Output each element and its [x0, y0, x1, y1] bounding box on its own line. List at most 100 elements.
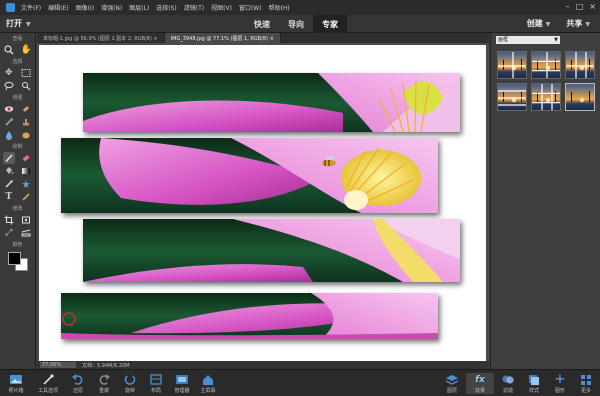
toolbox: 查看 ✋ 选择 ✥ 增强 绘制 T 修改 ⤢ 颜色	[0, 33, 36, 369]
red-eye-tool-icon[interactable]	[3, 103, 15, 115]
type-tool-icon[interactable]: T	[3, 191, 15, 203]
smart-brush-tool-icon[interactable]	[3, 116, 15, 128]
zoom-field[interactable]: 77.06%	[40, 362, 76, 368]
menu-select[interactable]: 选择(S)	[156, 3, 177, 12]
paint-bucket-tool-icon[interactable]	[3, 165, 15, 177]
color-swatches[interactable]	[0, 250, 35, 272]
layout-button[interactable]: 布局	[142, 373, 170, 394]
menu-filter[interactable]: 滤镜(T)	[184, 3, 204, 12]
photo-strip-2-image	[61, 138, 438, 213]
pencil-tool-icon[interactable]	[20, 191, 32, 203]
sponge-tool-icon[interactable]	[20, 129, 32, 141]
undo-button[interactable]: 还原	[64, 373, 92, 394]
photo-strip-4[interactable]	[61, 293, 438, 339]
menu-file[interactable]: 文件(F)	[21, 3, 41, 12]
zoom-tool-icon[interactable]	[3, 44, 15, 56]
rotate-button[interactable]: 旋转	[116, 373, 144, 394]
frame-effect-thumbnail[interactable]	[565, 83, 595, 111]
app-logo-icon	[6, 3, 15, 12]
crop-tool-icon[interactable]	[3, 214, 15, 226]
eyedropper-tool-icon[interactable]	[3, 178, 15, 190]
layers-icon	[445, 373, 459, 386]
content-aware-move-tool-icon[interactable]: ⤢	[3, 227, 15, 239]
sunset-preview-image	[498, 84, 526, 110]
menu-enhance[interactable]: 增强(N)	[101, 3, 122, 12]
sunset-preview-image	[566, 52, 594, 78]
photo-strip-1[interactable]	[83, 73, 460, 132]
tab-document-1[interactable]: 未标题-1.jpg @ 56.9% (图层 1 副本 2, RGB/8) ×	[37, 33, 165, 43]
menu-view[interactable]: 视图(V)	[211, 3, 232, 12]
chevron-down-icon: ▼	[585, 21, 590, 28]
redo-button[interactable]: 重做	[90, 373, 118, 394]
toolbox-section-select: 选择	[12, 59, 23, 65]
clone-stamp-tool-icon[interactable]	[20, 116, 32, 128]
marquee-tool-icon[interactable]	[20, 67, 32, 79]
shape-tool-icon[interactable]	[20, 178, 32, 190]
tab-quick[interactable]: 快速	[245, 15, 279, 33]
frame-effect-thumbnail[interactable]	[531, 83, 561, 111]
sunset-preview-image	[532, 84, 560, 110]
undo-label: 还原	[72, 388, 83, 394]
eraser-tool-icon[interactable]	[20, 152, 32, 164]
move-tool-icon[interactable]: ✥	[3, 67, 15, 79]
document-canvas[interactable]	[39, 45, 486, 361]
more-label: 更多	[580, 388, 591, 394]
maximize-icon[interactable]: □	[576, 2, 584, 12]
menu-bar: 文件(F) 编辑(E) 图像(I) 增强(N) 图层(L) 选择(S) 滤镜(T…	[0, 0, 600, 15]
gradient-tool-icon[interactable]	[20, 165, 32, 177]
frame-effect-thumbnail[interactable]	[531, 51, 561, 79]
open-button[interactable]: 打开 ▼	[6, 18, 31, 29]
tab-guided[interactable]: 导向	[279, 15, 313, 33]
hand-tool-icon[interactable]: ✋	[20, 44, 32, 56]
home-screen-button[interactable]: 主屏幕	[194, 373, 222, 394]
tool-options-label: 工具选项	[37, 388, 58, 394]
close-icon[interactable]: ×	[270, 36, 274, 42]
share-button[interactable]: 共享 ▼	[566, 18, 590, 29]
toolbox-section-enhance: 增强	[12, 95, 23, 101]
lasso-tool-icon[interactable]	[3, 80, 15, 92]
frame-effect-thumbnail[interactable]	[497, 83, 527, 111]
tab-document-2[interactable]: IMG_3948.jpg @ 77.1% (图层 1, RGB/8) ×	[164, 33, 281, 43]
layers-button[interactable]: 图层	[438, 373, 466, 394]
filters-button[interactable]: 滤镜	[494, 373, 522, 394]
rotate-icon	[123, 373, 137, 386]
close-icon[interactable]: ×	[153, 36, 157, 42]
menu-help[interactable]: 帮助(H)	[269, 3, 290, 12]
tab-expert[interactable]: 专家	[313, 15, 347, 33]
menu-image[interactable]: 图像(I)	[76, 3, 94, 12]
effects-button[interactable]: fx 效果	[466, 373, 494, 394]
tool-options-icon	[41, 373, 55, 386]
menu-window[interactable]: 窗口(W)	[239, 3, 262, 12]
menu-layer[interactable]: 图层(L)	[129, 3, 149, 12]
frame-effect-thumbnail[interactable]	[497, 51, 527, 79]
tool-options-button[interactable]: 工具选项	[34, 373, 62, 394]
menu-edit[interactable]: 编辑(E)	[48, 3, 68, 12]
recompose-tool-icon[interactable]	[20, 214, 32, 226]
photo-strip-3[interactable]	[83, 219, 460, 282]
tab-document-2-label: IMG_3948.jpg @ 77.1% (图层 1, RGB/8)	[170, 36, 268, 42]
canvas-area[interactable]	[37, 43, 489, 361]
styles-button[interactable]: 样式	[520, 373, 548, 394]
brush-tool-icon[interactable]	[2, 151, 15, 164]
photo-bin-button[interactable]: 照片箱	[2, 373, 30, 394]
graphics-button[interactable]: + 图形	[546, 372, 574, 394]
more-button[interactable]: 更多	[572, 373, 600, 394]
redo-label: 重做	[98, 388, 109, 394]
photo-strip-2[interactable]	[61, 138, 438, 213]
quick-selection-tool-icon[interactable]	[20, 80, 32, 92]
blur-tool-icon[interactable]	[3, 129, 15, 141]
tab-document-1-label: 未标题-1.jpg @ 56.9% (图层 1 副本 2, RGB/8)	[43, 36, 152, 42]
mode-bar: 打开 ▼ 快速 导向 专家 创建 ▼ 共享 ▼	[0, 15, 600, 33]
effects-category-select[interactable]: 画框 ▼	[496, 36, 560, 44]
create-button[interactable]: 创建 ▼	[527, 18, 551, 29]
foreground-color-swatch[interactable]	[8, 252, 21, 265]
spot-healing-tool-icon[interactable]	[20, 103, 32, 115]
sunset-preview-image	[566, 84, 594, 110]
minimize-icon[interactable]: –	[566, 2, 570, 12]
close-icon[interactable]: ×	[589, 2, 596, 12]
document-tabs: 未标题-1.jpg @ 56.9% (图层 1 副本 2, RGB/8) × I…	[37, 33, 489, 43]
frame-effect-thumbnail[interactable]	[565, 51, 595, 79]
organizer-button[interactable]: 管理器	[168, 373, 196, 394]
sunset-preview-image	[532, 52, 560, 78]
straighten-tool-icon[interactable]	[20, 227, 32, 239]
